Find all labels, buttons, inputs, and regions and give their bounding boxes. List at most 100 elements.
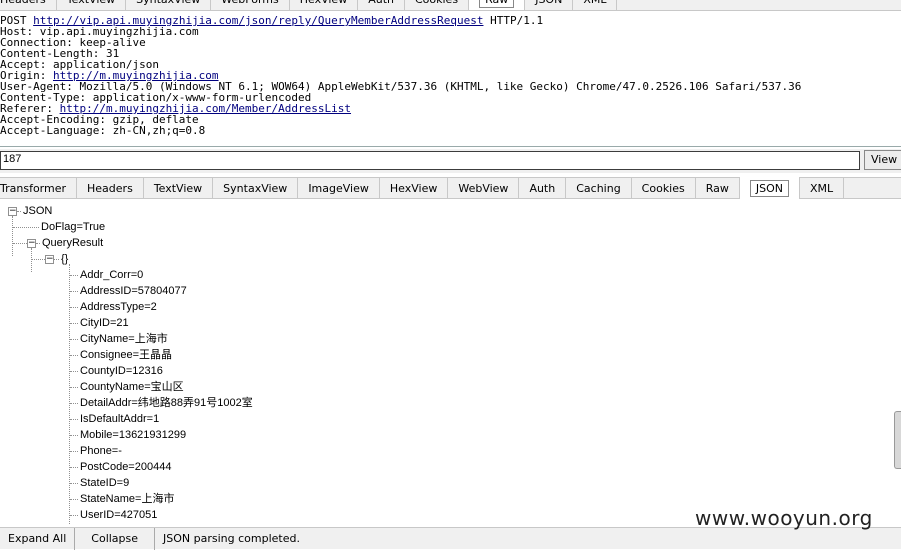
request-tab-webforms[interactable]: WebForms: [211, 0, 290, 10]
response-tab-label: JSON: [749, 179, 790, 197]
response-tab-label: Caching: [576, 181, 621, 195]
response-tab-label: Cookies: [641, 181, 685, 195]
response-tab-label: HexView: [389, 181, 438, 195]
tree-node-field[interactable]: IsDefaultAddr=1: [80, 412, 159, 426]
request-tab-label: XML: [583, 0, 606, 6]
tree-connector: [70, 291, 78, 292]
tree-node-field[interactable]: DetailAddr=纬地路88弄91号1002室: [80, 396, 253, 410]
tree-node-field[interactable]: Mobile=13621931299: [80, 428, 186, 442]
response-tab-textview[interactable]: TextView: [144, 177, 214, 199]
collapse-object-icon[interactable]: −: [45, 255, 54, 264]
response-tab-headers[interactable]: Headers: [77, 177, 144, 199]
tree-node-field[interactable]: CityID=21: [80, 316, 129, 330]
tree-node-field[interactable]: Phone=-: [80, 444, 122, 458]
tree-connector: [69, 264, 70, 525]
request-tab-hexview[interactable]: HexView: [290, 0, 359, 10]
response-tab-caching[interactable]: Caching: [566, 177, 632, 199]
collapse-root-icon[interactable]: −: [8, 207, 17, 216]
response-tab-json[interactable]: JSON: [739, 177, 801, 199]
request-tab-cookies[interactable]: Cookies: [405, 0, 470, 10]
tree-node-object[interactable]: {}: [61, 252, 68, 266]
tree-connector: [13, 243, 27, 244]
request-tab-auth[interactable]: Auth: [358, 0, 405, 10]
tree-connector: [13, 227, 39, 228]
tree-connector: [70, 387, 78, 388]
tree-connector: [70, 371, 78, 372]
request-tab-label: Headers: [0, 0, 46, 6]
status-message: JSON parsing completed.: [163, 532, 300, 545]
request-tab-textview[interactable]: TextView: [57, 0, 127, 10]
header-connection: Connection: keep-alive: [0, 36, 146, 49]
tree-connector: [54, 259, 59, 260]
response-tab-syntaxview[interactable]: SyntaxView: [213, 177, 299, 199]
request-tab-label: JSON: [535, 0, 562, 6]
tree-node-field[interactable]: StateName=上海市: [80, 492, 174, 506]
watermark: www.wooyun.org: [695, 506, 873, 530]
tree-connector: [36, 243, 40, 244]
response-tab-auth[interactable]: Auth: [519, 177, 567, 199]
expand-all-button[interactable]: Expand All: [0, 527, 76, 550]
raw-request-pane: POST http://vip.api.muyingzhijia.com/jso…: [0, 13, 901, 147]
scrollbar-thumb[interactable]: [894, 411, 901, 469]
response-tab-label: Raw: [705, 181, 729, 195]
tree-connector: [12, 216, 13, 256]
tree-node-field[interactable]: PostCode=200444: [80, 460, 171, 474]
header-accept-language: Accept-Language: zh-CN,zh;q=0.8: [0, 124, 206, 137]
tree-connector: [70, 515, 78, 516]
view-in-notepad-button[interactable]: View i: [864, 150, 901, 170]
json-tree[interactable]: − JSON DoFlag=True − QueryResult −{} Addr_Corr…: [0, 203, 901, 525]
response-tab-raw[interactable]: Raw: [696, 177, 740, 199]
tree-node-doflag[interactable]: DoFlag=True: [41, 220, 105, 234]
response-tab-xml[interactable]: XML: [800, 177, 845, 199]
collapse-queryresult-icon[interactable]: −: [27, 239, 36, 248]
request-tab-label: Auth: [368, 0, 394, 6]
tree-connector: [70, 275, 78, 276]
response-tabs: Transformer Headers TextView SyntaxView Imag…: [0, 177, 901, 199]
response-tab-hexview[interactable]: HexView: [380, 177, 449, 199]
request-tab-raw[interactable]: Raw: [469, 0, 526, 10]
request-tab-json[interactable]: JSON: [525, 0, 574, 10]
response-tab-label: XML: [810, 181, 834, 195]
response-tab-label: WebView: [458, 181, 509, 195]
tree-node-field[interactable]: StateID=9: [80, 476, 129, 490]
response-tab-webview[interactable]: WebView: [448, 177, 520, 199]
response-tab-label: SyntaxView: [223, 181, 288, 195]
tree-connector: [70, 483, 78, 484]
request-tab-label: Cookies: [415, 0, 458, 6]
tree-connector: [17, 211, 21, 212]
tree-node-field[interactable]: AddressType=2: [80, 300, 157, 314]
tree-connector: [70, 323, 78, 324]
tree-connector: [70, 435, 78, 436]
tree-connector: [32, 259, 45, 260]
tree-node-field[interactable]: AddressID=57804077: [80, 284, 187, 298]
tree-node-field[interactable]: UserID=427051: [80, 508, 157, 522]
request-body-input[interactable]: 187: [0, 151, 860, 170]
tree-node-field[interactable]: CountyName=宝山区: [80, 380, 184, 394]
collapse-button[interactable]: Collapse: [75, 527, 156, 550]
tree-connector: [70, 451, 78, 452]
tree-node-field[interactable]: Consignee=王晶晶: [80, 348, 172, 362]
response-tab-transformer[interactable]: Transformer: [0, 177, 78, 199]
response-tab-imageview[interactable]: ImageView: [298, 177, 380, 199]
request-protocol: HTTP/1.1: [483, 14, 544, 27]
request-tab-xml[interactable]: XML: [573, 0, 618, 10]
request-body-row: 187 View i: [0, 149, 901, 173]
tree-connector: [31, 248, 32, 272]
response-tab-label: Transformer: [0, 181, 67, 195]
request-tab-label: TextView: [67, 0, 115, 6]
request-tab-label: Raw: [479, 0, 515, 8]
request-tab-headers[interactable]: Headers: [0, 0, 57, 10]
tree-node-field[interactable]: CityName=上海市: [80, 332, 168, 346]
tree-node-root[interactable]: JSON: [23, 204, 52, 218]
response-tab-label: TextView: [153, 181, 203, 195]
request-tab-syntaxview[interactable]: SyntaxView: [126, 0, 212, 10]
request-tab-label: SyntaxView: [136, 0, 200, 6]
tree-connector: [70, 307, 78, 308]
tree-node-field[interactable]: CountyID=12316: [80, 364, 163, 378]
tree-node-field[interactable]: Addr_Corr=0: [80, 268, 143, 282]
response-tab-cookies[interactable]: Cookies: [632, 177, 696, 199]
tree-node-queryresult[interactable]: QueryResult: [42, 236, 103, 250]
response-tab-label: Auth: [529, 181, 556, 195]
tree-connector: [70, 339, 78, 340]
tree-connector: [70, 467, 78, 468]
